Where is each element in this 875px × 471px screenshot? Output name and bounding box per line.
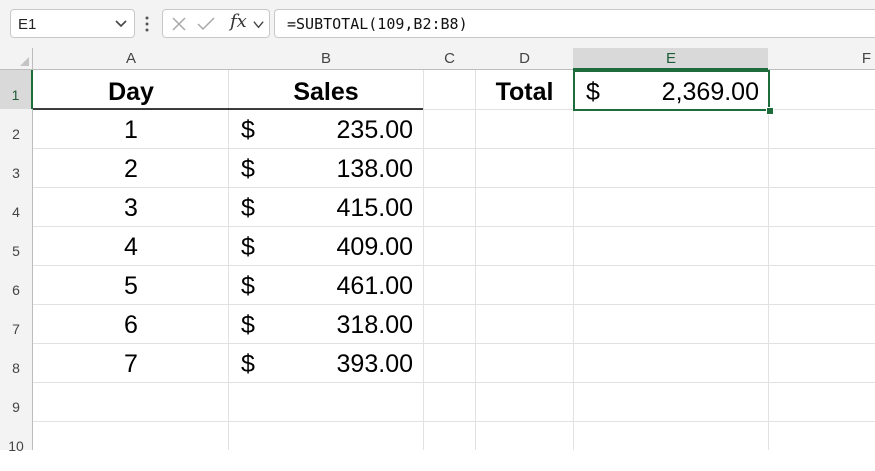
cell-sales[interactable]: 415.00: [260, 187, 413, 226]
cell-day[interactable]: 6: [33, 304, 229, 343]
column-header-b[interactable]: B: [228, 48, 424, 70]
cell-sales[interactable]: 138.00: [260, 148, 413, 187]
select-all-corner[interactable]: [0, 48, 33, 70]
row-header-7[interactable]: 7: [0, 304, 33, 343]
cell-a1-day-header[interactable]: Day: [33, 70, 229, 109]
row-header-8[interactable]: 8: [0, 343, 33, 382]
column-header-e[interactable]: E: [573, 48, 769, 70]
column-header-d[interactable]: D: [475, 48, 574, 70]
row-header-10[interactable]: 10: [0, 421, 33, 454]
cell-sales[interactable]: 409.00: [260, 226, 413, 265]
row-header-9[interactable]: 9: [0, 382, 33, 421]
cell-day[interactable]: 2: [33, 148, 229, 187]
cell-day[interactable]: 5: [33, 265, 229, 304]
cell-d1-total-label[interactable]: Total: [475, 70, 574, 109]
cell-day[interactable]: 3: [33, 187, 229, 226]
cell-sales[interactable]: 461.00: [260, 265, 413, 304]
column-header-a[interactable]: A: [33, 48, 229, 70]
cell-b1-sales-header[interactable]: Sales: [228, 70, 424, 109]
row-header-4[interactable]: 4: [0, 187, 33, 226]
cell-sales[interactable]: 318.00: [260, 304, 413, 343]
row-header-2[interactable]: 2: [0, 109, 33, 148]
row-header-3[interactable]: 3: [0, 148, 33, 187]
row-header-6[interactable]: 6: [0, 265, 33, 304]
active-cell-border: [573, 70, 770, 111]
cell-day[interactable]: 7: [33, 343, 229, 382]
column-header-c[interactable]: C: [423, 48, 476, 70]
cell-sales[interactable]: 393.00: [260, 343, 413, 382]
row-header-5[interactable]: 5: [0, 226, 33, 265]
cell-day[interactable]: 4: [33, 226, 229, 265]
cell-day[interactable]: 1: [33, 109, 229, 148]
column-header-f[interactable]: F: [768, 48, 875, 70]
row-header-1[interactable]: 1: [0, 70, 33, 109]
fill-handle[interactable]: [766, 107, 774, 115]
cell-sales[interactable]: 235.00: [260, 109, 413, 148]
